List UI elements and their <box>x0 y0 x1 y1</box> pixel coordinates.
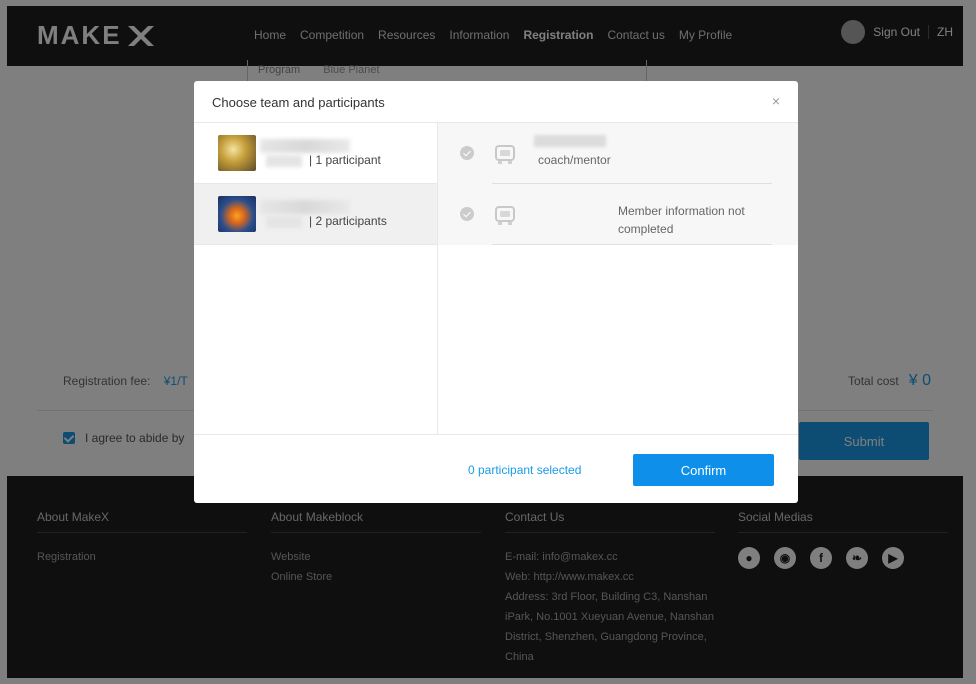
member-item[interactable]: coach/mentor <box>438 123 798 184</box>
member-name-redacted <box>534 135 606 147</box>
close-icon[interactable]: × <box>772 93 780 109</box>
team-participant-count: | 2 participants <box>309 214 387 228</box>
team-name-redacted <box>260 139 350 153</box>
robot-avatar-icon <box>492 202 518 228</box>
team-name-redacted <box>266 216 302 228</box>
team-name-redacted <box>266 155 302 167</box>
confirm-button[interactable]: Confirm <box>633 454 774 486</box>
team-avatar <box>218 135 256 171</box>
modal-header: Choose team and participants × <box>194 81 798 123</box>
choose-team-modal: Choose team and participants × | 1 parti… <box>194 81 798 503</box>
modal-footer: 0 participant selected Confirm <box>194 435 798 503</box>
robot-avatar-icon <box>492 141 518 167</box>
modal-title: Choose team and participants <box>212 95 385 110</box>
team-item[interactable]: | 1 participant <box>194 123 437 184</box>
team-participant-count: | 1 participant <box>309 153 381 167</box>
member-list: coach/mentor Member information not comp… <box>438 123 798 435</box>
team-list: | 1 participant | 2 participants <box>194 123 438 435</box>
check-circle-icon[interactable] <box>460 207 474 221</box>
member-divider <box>492 244 772 245</box>
selected-participant-count: 0 participant selected <box>468 463 582 477</box>
member-incomplete-note: Member information not completed <box>618 204 745 236</box>
modal-body: | 1 participant | 2 participants coach/m… <box>194 123 798 435</box>
check-circle-icon[interactable] <box>460 146 474 160</box>
member-role: coach/mentor <box>538 153 611 167</box>
team-avatar <box>218 196 256 232</box>
team-name-redacted <box>260 200 350 214</box>
member-item[interactable]: Member information not completed <box>438 184 798 245</box>
team-item[interactable]: | 2 participants <box>194 184 437 245</box>
